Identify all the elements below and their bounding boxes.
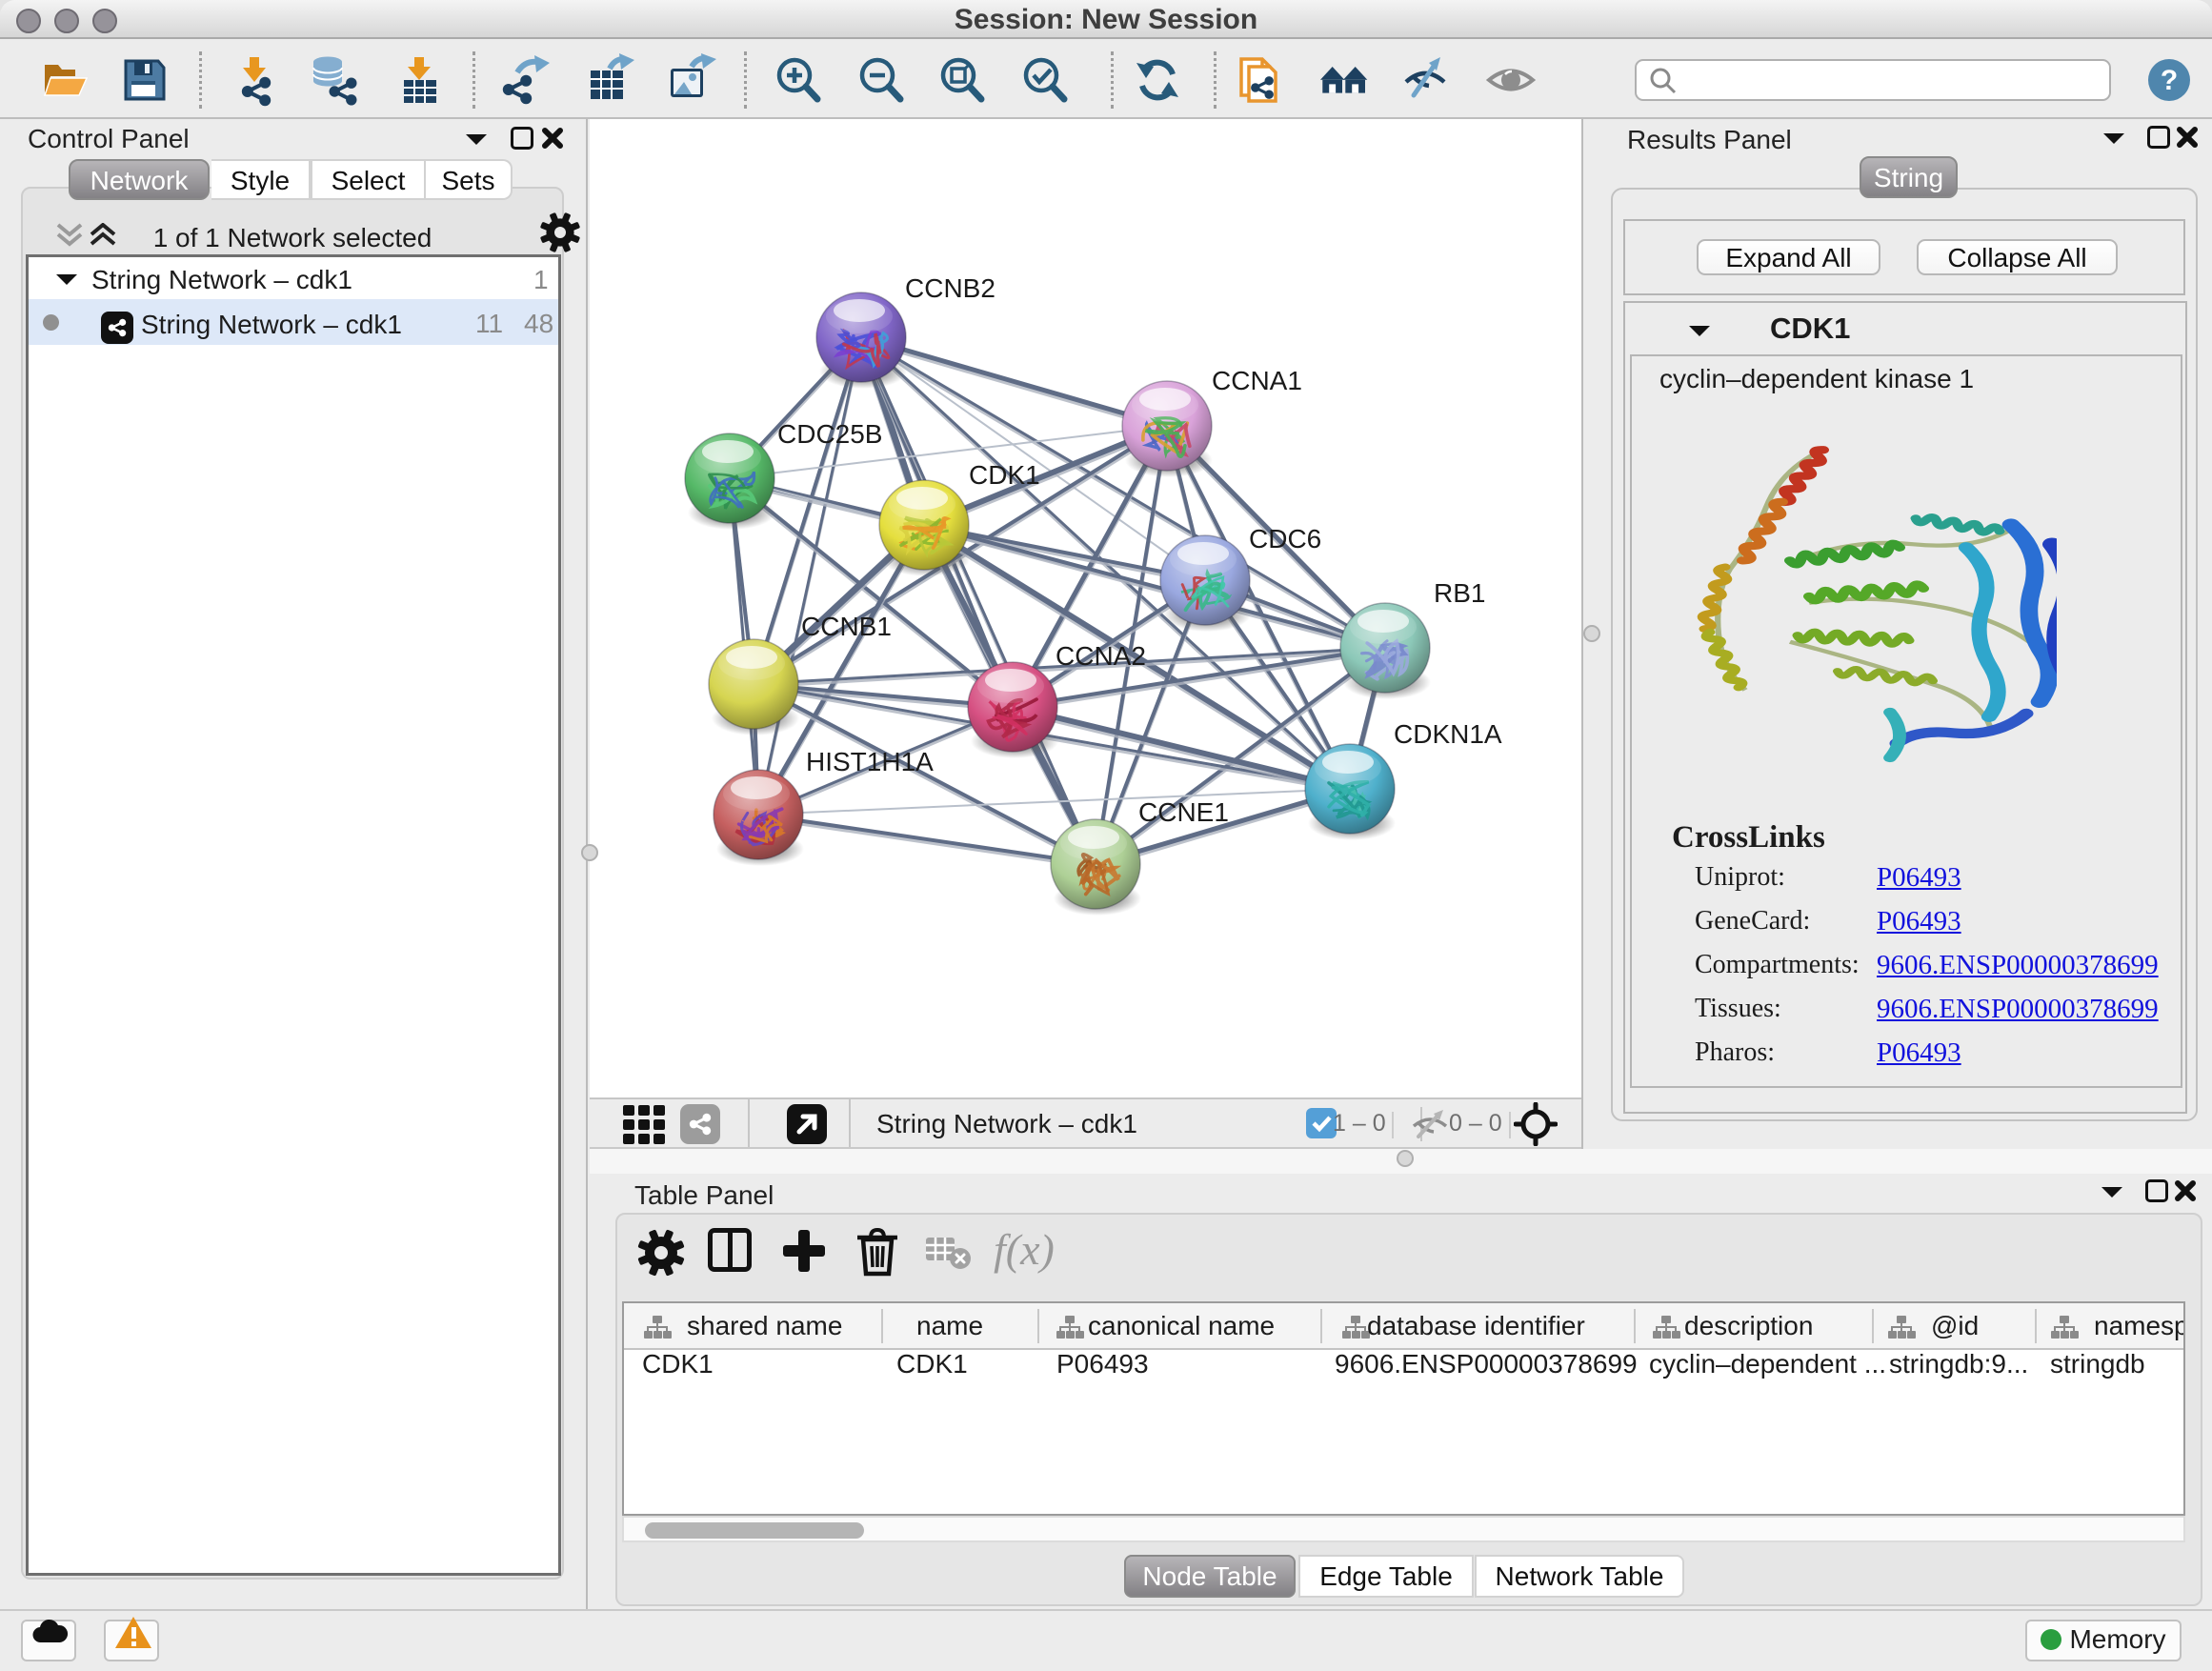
svg-text:HIST1H1A: HIST1H1A: [806, 747, 934, 776]
svg-text:CDKN1A: CDKN1A: [1394, 719, 1502, 749]
svg-text:CDK1: CDK1: [969, 460, 1040, 490]
svg-text:CCNA1: CCNA1: [1212, 366, 1302, 395]
svg-text:CDC25B: CDC25B: [777, 419, 882, 449]
svg-text:CCNB1: CCNB1: [801, 612, 892, 641]
svg-text:CCNA2: CCNA2: [1056, 641, 1146, 671]
svg-text:CCNB2: CCNB2: [905, 273, 995, 303]
svg-text:CDC6: CDC6: [1249, 524, 1321, 554]
svg-text:RB1: RB1: [1434, 578, 1485, 608]
svg-text:?: ?: [2161, 65, 2178, 96]
svg-text:CCNE1: CCNE1: [1138, 797, 1229, 827]
